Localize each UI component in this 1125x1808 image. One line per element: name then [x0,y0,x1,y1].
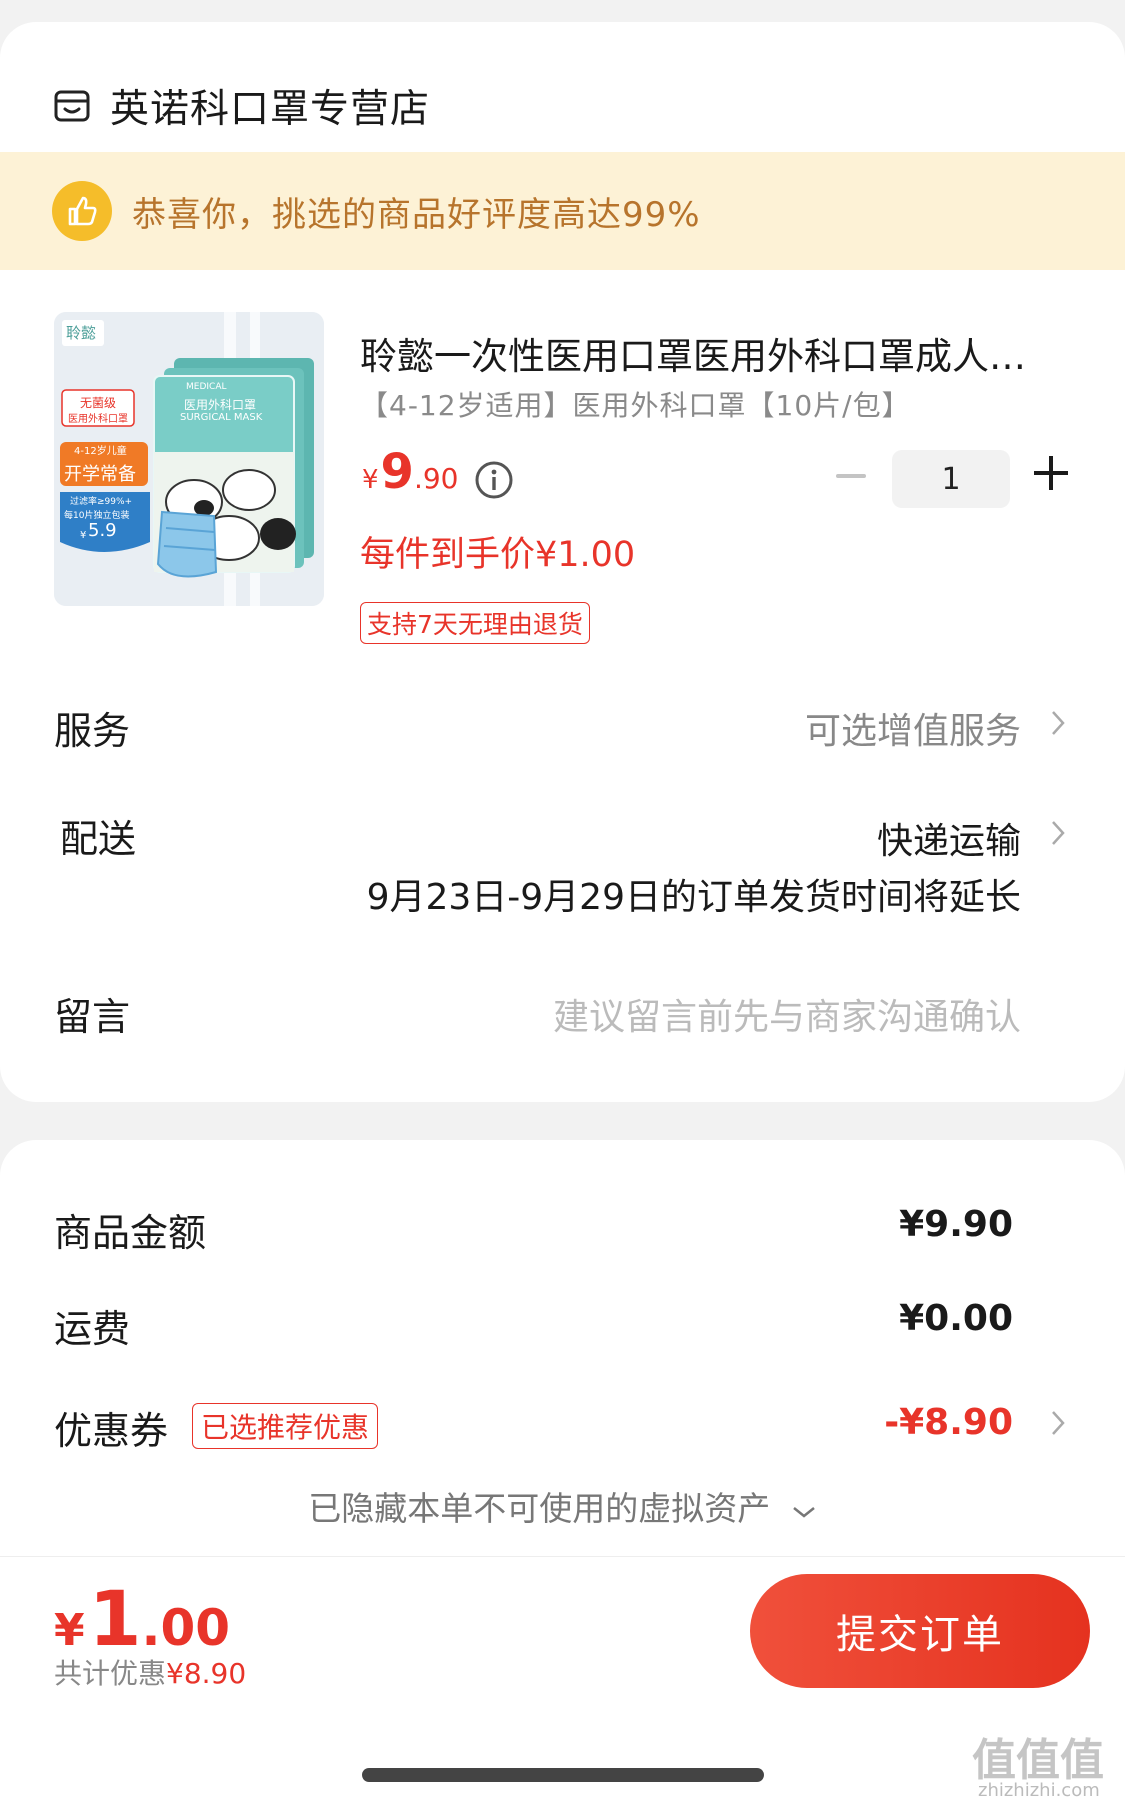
unit-price: ¥ 9 .90 [362,444,458,500]
chevron-right-icon[interactable] [1050,1410,1066,1436]
price-decimal: .90 [413,462,459,495]
home-indicator[interactable] [362,1768,764,1782]
banner-text: 恭喜你，挑选的商品好评度高达99% [132,194,701,235]
saving-value: ¥8.90 [166,1657,247,1690]
quantity-decrease-button[interactable] [836,474,866,478]
chevron-right-icon[interactable] [1050,820,1066,846]
service-value[interactable]: 可选增值服务 [805,702,1021,754]
delivery-value[interactable]: 快递运输 [877,812,1021,864]
price-integer: 9 [380,444,414,500]
image-price-yen: ¥ [80,530,87,541]
delivery-label: 配送 [60,817,137,861]
info-icon[interactable] [474,460,514,500]
saving-label: 共计优惠 [54,1657,167,1690]
image-tag-age: 4-12岁儿童 [74,446,127,457]
image-price: 5.9 [88,520,117,541]
watermark-url: zhizhizhi.com [978,1780,1100,1801]
total-currency: ¥ [54,1605,85,1656]
image-pack-title: 医用外科口罩 [184,398,257,412]
shipping-value: ¥0.00 [899,1298,1013,1339]
return-policy-tag: 支持7天无理由退货 [360,602,590,644]
store-header[interactable]: 英诺科口罩专营店 [52,62,430,150]
rating-banner: 恭喜你，挑选的商品好评度高达99% [0,152,1125,270]
product-image[interactable]: 聆懿 无菌级 医用外科口罩 4-12岁儿童 开学常备 过滤率≥99%+ 每10片… [54,312,324,606]
total-decimal: .00 [141,1599,231,1657]
thumbs-up-icon [52,181,112,241]
goods-amount-value: ¥9.90 [899,1204,1013,1245]
coupon-value[interactable]: -¥8.90 [884,1402,1013,1443]
image-tag-surgical: 医用外科口罩 [68,414,128,425]
store-icon [54,90,90,122]
hidden-assets-text: 已隐藏本单不可使用的虚拟资产 [308,1489,771,1528]
chevron-down-icon [792,1507,815,1518]
image-pack-medical: MEDICAL [186,382,227,392]
product-title[interactable]: 聆懿一次性医用口罩医用外科口罩成人儿童三层防护 [360,326,1040,380]
chevron-right-icon[interactable] [1050,710,1066,736]
message-label: 留言 [54,995,131,1039]
image-tag-filter: 过滤率≥99%+ [70,497,133,507]
coupon-recommended-tag: 已选推荐优惠 [192,1403,379,1449]
store-name: 英诺科口罩专营店 [110,87,431,132]
total-integer: 1 [88,1574,142,1663]
net-price: 每件到手价¥1.00 [360,535,636,575]
image-tag-sterile: 无菌级 [80,396,117,410]
message-input[interactable]: 建议留言前先与商家沟通确认 [553,988,1021,1040]
delivery-note: 9月23日-9月29日的订单发货时间将延长 [366,877,1021,918]
watermark-logo: 值值值 [972,1735,1104,1786]
service-label: 服务 [54,709,131,753]
hidden-assets-toggle[interactable]: 已隐藏本单不可使用的虚拟资产 [0,1482,1125,1530]
coupon-label: 优惠券 [54,1409,169,1453]
image-tag-school: 开学常备 [64,464,136,485]
shipping-label: 运费 [54,1307,131,1351]
price-currency: ¥ [362,465,379,495]
goods-amount-label: 商品金额 [54,1211,207,1255]
submit-order-button[interactable]: 提交订单 [750,1574,1090,1688]
total-price: ¥ 1 .00 [54,1574,230,1663]
image-brand: 聆懿 [66,324,97,342]
quantity-increase-button[interactable] [1034,456,1068,490]
product-spec[interactable]: 【4-12岁适用】医用外科口罩【10片/包】 [360,384,911,424]
image-pack-en: SURGICAL MASK [180,412,263,423]
quantity-input[interactable]: 1 [892,450,1010,508]
total-saving: 共计优惠¥8.90 [54,1652,246,1692]
